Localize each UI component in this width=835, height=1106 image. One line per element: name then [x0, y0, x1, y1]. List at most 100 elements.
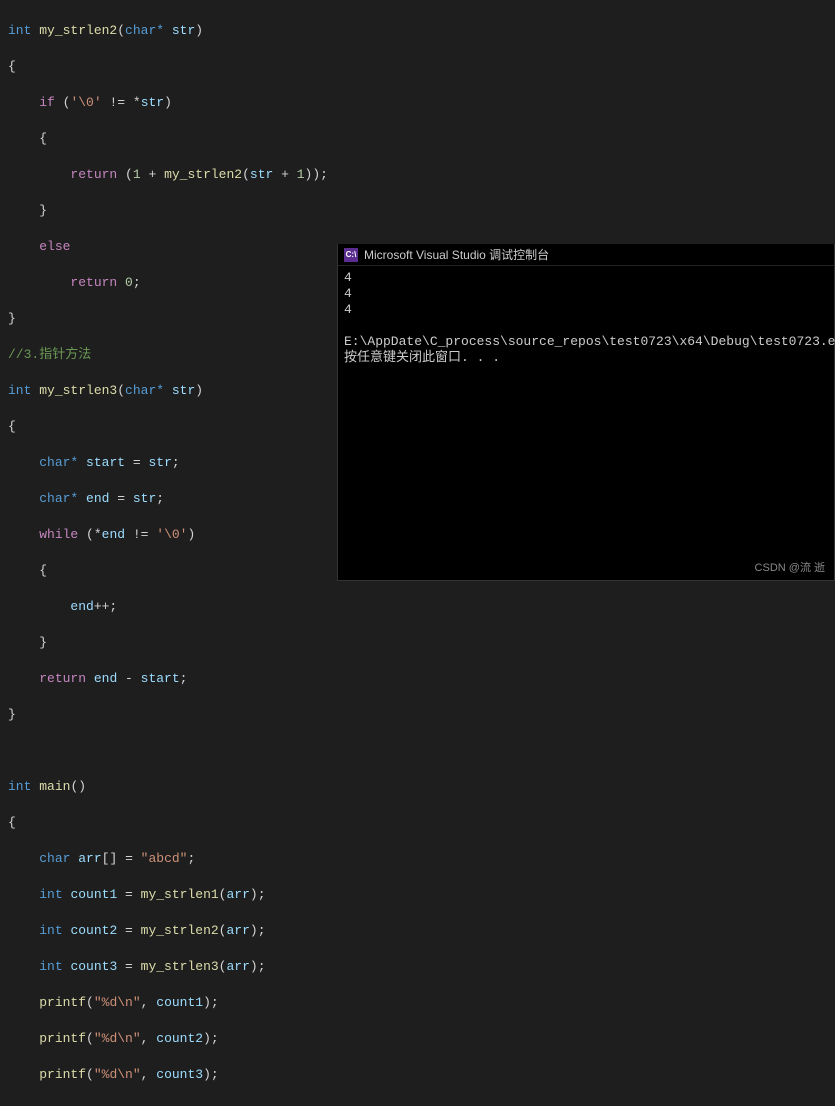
- variable: end: [70, 599, 93, 614]
- paren: ));: [305, 167, 328, 182]
- return-type: int: [8, 779, 31, 794]
- number: 1: [133, 167, 141, 182]
- variable: str: [133, 491, 156, 506]
- function-call: my_strlen1: [141, 887, 219, 902]
- string-literal: "abcd": [141, 851, 188, 866]
- console-titlebar[interactable]: C:\ Microsoft Visual Studio 调试控制台: [338, 244, 834, 266]
- watermark: CSDN @流 逝: [755, 559, 825, 575]
- while-keyword: while: [39, 527, 78, 542]
- if-keyword: if: [39, 95, 55, 110]
- brace: }: [39, 635, 47, 650]
- variable: end: [94, 671, 117, 686]
- operator: =: [117, 923, 140, 938]
- debug-console-window[interactable]: C:\ Microsoft Visual Studio 调试控制台 4 4 4 …: [337, 244, 835, 581]
- console-output: 4 4 4 E:\AppDate\C_process\source_repos\…: [338, 266, 834, 370]
- operator: =: [109, 491, 132, 506]
- variable: end: [102, 527, 125, 542]
- param-type: char*: [125, 23, 164, 38]
- comma: ,: [141, 1031, 157, 1046]
- paren: ): [195, 23, 203, 38]
- variable: end: [86, 491, 109, 506]
- number: 0: [125, 275, 133, 290]
- paren: (: [86, 1031, 94, 1046]
- brace: }: [39, 203, 47, 218]
- operator: != *: [102, 95, 141, 110]
- variable: count1: [156, 995, 203, 1010]
- string-literal: "%d\n": [94, 1031, 141, 1046]
- semicolon: ;: [133, 275, 141, 290]
- operator: -: [117, 671, 140, 686]
- paren: (*: [78, 527, 101, 542]
- function-call: my_strlen3: [141, 959, 219, 974]
- else-keyword: else: [39, 239, 70, 254]
- char-literal: '\0': [156, 527, 187, 542]
- param-type: char*: [125, 383, 164, 398]
- variable: str: [250, 167, 273, 182]
- return-type: int: [8, 383, 31, 398]
- output-line: 4: [344, 270, 352, 285]
- string-literal: "%d\n": [94, 1067, 141, 1082]
- param-name: str: [172, 383, 195, 398]
- variable: arr: [226, 887, 249, 902]
- type: int: [39, 959, 62, 974]
- operator: !=: [125, 527, 156, 542]
- operator: =: [117, 959, 140, 974]
- output-prompt: 按任意键关闭此窗口. . .: [344, 350, 500, 365]
- function-name: main: [39, 779, 70, 794]
- variable: count2: [70, 923, 117, 938]
- function-call: printf: [39, 1067, 86, 1082]
- operator: ++;: [94, 599, 117, 614]
- brace: }: [8, 311, 16, 326]
- function-name: my_strlen3: [39, 383, 117, 398]
- variable: start: [141, 671, 180, 686]
- string-literal: "%d\n": [94, 995, 141, 1010]
- paren: (: [86, 995, 94, 1010]
- variable: str: [141, 95, 164, 110]
- char-literal: '\0': [70, 95, 101, 110]
- semicolon: ;: [187, 851, 195, 866]
- type: int: [39, 923, 62, 938]
- function-name: my_strlen2: [39, 23, 117, 38]
- operator: =: [117, 887, 140, 902]
- function-call: printf: [39, 1031, 86, 1046]
- console-title: Microsoft Visual Studio 调试控制台: [364, 246, 549, 263]
- semicolon: ;: [180, 671, 188, 686]
- variable: arr: [226, 923, 249, 938]
- function-call: my_strlen2: [141, 923, 219, 938]
- return-keyword: return: [39, 671, 86, 686]
- number: 1: [297, 167, 305, 182]
- type: int: [39, 887, 62, 902]
- operator: +: [141, 167, 164, 182]
- output-path: E:\AppDate\C_process\source_repos\test07…: [344, 334, 835, 349]
- paren: (): [70, 779, 86, 794]
- param-name: str: [172, 23, 195, 38]
- brace: {: [8, 419, 16, 434]
- semicolon: ;: [156, 491, 164, 506]
- operator: =: [117, 851, 140, 866]
- brace: {: [39, 563, 47, 578]
- comma: ,: [141, 995, 157, 1010]
- paren: (: [219, 887, 227, 902]
- operator: =: [125, 455, 148, 470]
- output-line: 4: [344, 302, 352, 317]
- return-type: int: [8, 23, 31, 38]
- variable: count2: [156, 1031, 203, 1046]
- function-call: printf: [39, 995, 86, 1010]
- semicolon: ;: [172, 455, 180, 470]
- variable: start: [86, 455, 125, 470]
- type: char*: [39, 491, 78, 506]
- comma: ,: [141, 1067, 157, 1082]
- brace: {: [8, 815, 16, 830]
- variable: arr: [226, 959, 249, 974]
- type: char*: [39, 455, 78, 470]
- brackets: []: [102, 851, 118, 866]
- paren: (: [242, 167, 250, 182]
- paren: (: [117, 23, 125, 38]
- paren: (: [117, 167, 133, 182]
- brace: {: [8, 59, 16, 74]
- brace: {: [39, 131, 47, 146]
- paren: (: [117, 383, 125, 398]
- variable: count1: [70, 887, 117, 902]
- vs-icon: C:\: [344, 248, 358, 262]
- paren: (: [219, 959, 227, 974]
